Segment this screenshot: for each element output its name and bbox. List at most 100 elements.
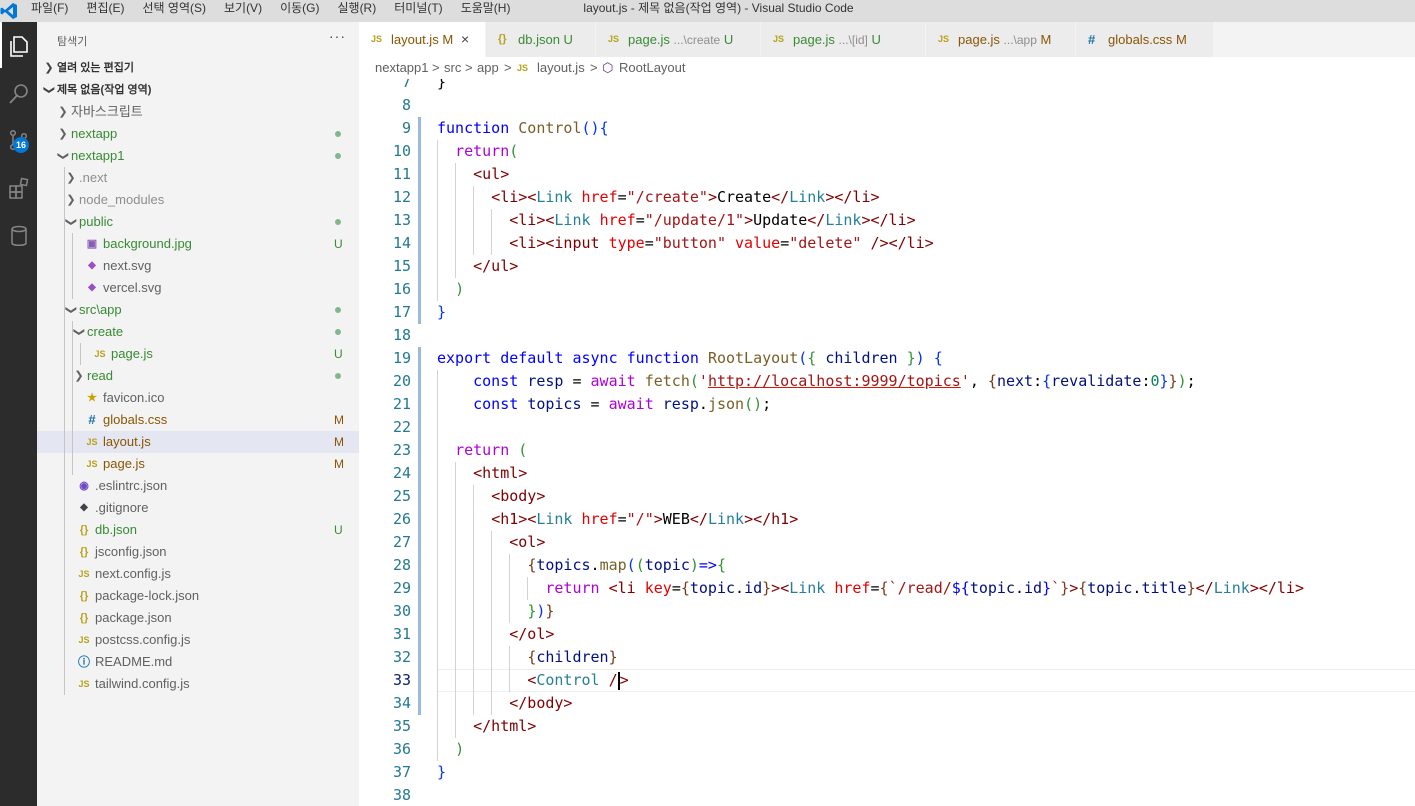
code-line[interactable]: 24 <html> [359,462,1415,485]
tree-item[interactable]: ◆ .gitignore [37,497,359,519]
code-line[interactable]: 23 return ( [359,439,1415,462]
tree-item[interactable]: ❯ src\app [37,299,359,321]
tree-item[interactable]: {} package-lock.json [37,585,359,607]
code-token: ) [455,740,465,758]
code-line[interactable]: 25 <body> [359,485,1415,508]
menu-item[interactable]: 실행(R) [328,0,385,16]
tab-layout-js[interactable]: JS layout.js M × [359,22,486,57]
tree-item[interactable]: ◉ .eslintrc.json [37,475,359,497]
breadcrumb-item-nextapp1[interactable]: nextapp1 [375,57,429,79]
tree-item[interactable]: JS page.js M [37,453,359,475]
search-icon[interactable] [0,70,37,116]
tree-item[interactable]: JS layout.js M [37,431,359,453]
tree-item[interactable]: ⓘ README.md [37,651,359,673]
git-status-badge: M [334,413,344,427]
tree-item[interactable]: # globals.css M [37,409,359,431]
git-file-icon: ◆ [80,502,88,513]
tab-filename: db.json [518,32,560,47]
source-control-icon[interactable]: 16 [0,118,37,164]
indent-guide [72,387,73,409]
tree-item[interactable]: JS postcss.config.js [37,629,359,651]
tree-item[interactable]: {} package.json [37,607,359,629]
tree-item[interactable]: ❯ read [37,365,359,387]
tab-page-js[interactable]: JS page.js ...\create U [596,22,761,57]
menu-item[interactable]: 선택 영역(S) [133,0,215,16]
extensions-icon[interactable] [0,166,37,212]
code-token: ' [698,372,708,390]
breadcrumb-item-rootlayout[interactable]: RootLayout [619,57,686,79]
tab-page-js[interactable]: JS page.js ...\app M [926,22,1076,57]
code-line[interactable]: 27 <ol> [359,531,1415,554]
code-line[interactable]: 36 ) [359,738,1415,761]
tree-item[interactable]: {} db.json U [37,519,359,541]
breadcrumb-item-layout-js[interactable]: layout.js [537,57,585,79]
code-line[interactable]: 37} [359,761,1415,784]
tree-item[interactable]: JS tailwind.config.js [37,673,359,695]
code-line[interactable]: 35 </html> [359,715,1415,738]
code-line[interactable]: 34 </body> [359,692,1415,715]
tree-item[interactable]: ❯ create [37,321,359,343]
tree-item[interactable]: ★ favicon.ico [37,387,359,409]
code-token: ${ [951,579,970,597]
code-line[interactable]: 21 const topics = await resp.json(); [359,393,1415,416]
breadcrumb-item-app[interactable]: app [477,57,499,79]
code-line[interactable]: 26 <h1><Link href="/">WEB</Link></h1> [359,508,1415,531]
code-line[interactable]: 16 ) [359,278,1415,301]
code-line[interactable]: 14 <li><input type="button" value="delet… [359,232,1415,255]
tree-item[interactable]: ❯ public [37,211,359,233]
tree-item[interactable]: JS next.config.js [37,563,359,585]
code-line[interactable]: 17} [359,301,1415,324]
code-line[interactable]: 31 </ol> [359,623,1415,646]
close-icon[interactable]: × [461,22,469,57]
menu-item[interactable]: 보기(V) [215,0,271,16]
menu-item[interactable]: 도움말(H) [452,0,520,16]
tree-item[interactable]: ◆ next.svg [37,255,359,277]
database-icon[interactable] [0,214,37,260]
tree-item[interactable]: JS page.js U [37,343,359,365]
vscode-logo-icon[interactable] [0,2,18,20]
tree-item[interactable]: ◆ vercel.svg [37,277,359,299]
code-line[interactable]: 20 const resp = await fetch('http://loca… [359,370,1415,393]
code-line[interactable]: 29 return <li key={topic.id}><Link href=… [359,577,1415,600]
code-line[interactable]: 18 [359,324,1415,347]
code-line[interactable]: 19 export default async function RootLayo… [359,347,1415,370]
tree-item[interactable]: ❯ nextapp [37,123,359,145]
code-line[interactable]: 28 {topics.map((topic)=>{ [359,554,1415,577]
tab-page-js[interactable]: JS page.js ...\[id] U [761,22,926,57]
tree-item[interactable]: ❯ nextapp1 [37,145,359,167]
code-line[interactable]: 9 function Control(){ [359,117,1415,140]
tree-item[interactable]: ❯ 자바스크립트 [37,101,359,123]
code-line[interactable]: 38 [359,784,1415,806]
code-editor[interactable]: 7} 8 9 function Control(){10 return(11 <ul>… [359,79,1415,806]
tab-db-json[interactable]: {} db.json U [486,22,596,57]
code-line[interactable]: 15 </ul> [359,255,1415,278]
tree-item[interactable]: ❯ node_modules [37,189,359,211]
open-editors-section[interactable]: ❯ 열려 있는 편집기 [37,57,359,79]
code-line[interactable]: 22 [359,416,1415,439]
workspace-section[interactable]: ❯ 제목 없음(작업 영역) [37,79,359,101]
breadcrumb-item-src[interactable]: src [444,57,461,79]
tab-globals-css[interactable]: # globals.css M [1076,22,1214,57]
code-line[interactable]: 32 {children} [359,646,1415,669]
menu-item[interactable]: 이동(G) [271,0,328,16]
tree-item[interactable]: {} jsconfig.json [37,541,359,563]
code-line[interactable]: 12 <li><Link href="/create">Create</Link… [359,186,1415,209]
code-line[interactable]: 33 <Control / > [359,669,1415,692]
tree-item[interactable]: ▣ background.jpg U [37,233,359,255]
code-token: `/read/ [888,579,952,597]
code-line[interactable]: 30 })} [359,600,1415,623]
more-actions-icon[interactable]: ··· [329,28,346,44]
code-line[interactable]: 13 <li><Link href="/update/1">Update</Li… [359,209,1415,232]
menu-item[interactable]: 편집(E) [77,0,133,16]
menu-item[interactable]: 파일(F) [22,0,77,16]
menu-item[interactable]: 터미널(T) [385,0,451,16]
code-line[interactable]: 7} [359,79,1415,94]
explorer-icon[interactable] [0,22,37,68]
code-line[interactable]: 8 [359,94,1415,117]
tree-item[interactable]: ❯ .next [37,167,359,189]
code-line[interactable]: 11 <ul> [359,163,1415,186]
code-line[interactable]: 10 return( [359,140,1415,163]
